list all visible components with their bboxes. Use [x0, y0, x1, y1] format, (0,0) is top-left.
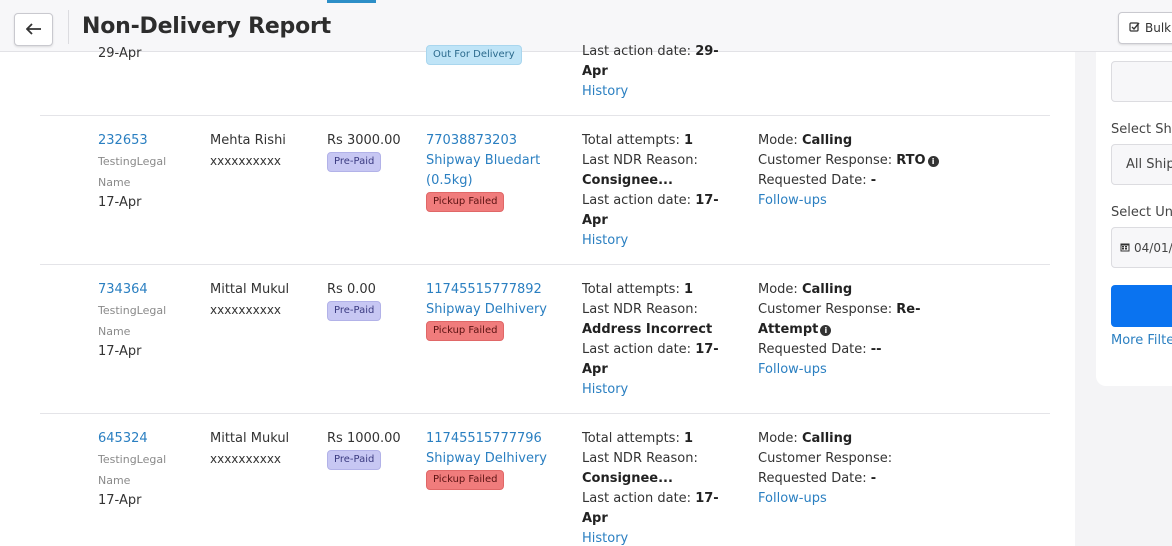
order-id-link[interactable]: 734364 [98, 280, 148, 300]
courier-name[interactable]: Shipway Delhivery [426, 300, 547, 320]
order-date: 17-Apr [98, 195, 142, 210]
status-badge: Pickup Failed [426, 470, 505, 490]
company-name: TestingLegal [98, 304, 167, 317]
requested-date: Requested Date: - [758, 471, 877, 486]
history-link[interactable]: History [582, 380, 628, 400]
filter-input[interactable] [1111, 61, 1172, 102]
mode: Mode: Calling [758, 431, 853, 446]
customer-response: Customer Response: RTO i [758, 151, 939, 171]
courier-weight[interactable]: (0.5kg) [426, 171, 473, 191]
payment-badge: Pre-Paid [327, 450, 382, 470]
table-row: 734364 TestingLegal Name 17-Apr Mittal M… [40, 265, 1050, 414]
customer-name: Mittal Mukul [210, 431, 290, 446]
company-name-cont: Name [98, 474, 131, 487]
last-action-cont: Apr [582, 213, 608, 228]
ndr-reason-label: Last NDR Reason: [582, 153, 698, 168]
customer-phone: xxxxxxxxxx [210, 452, 282, 466]
ndr-page: Non-Delivery Report Bulk 29-Apr Out For … [0, 0, 1172, 546]
history-link[interactable]: History [582, 82, 628, 102]
company-name: TestingLegal [98, 155, 167, 168]
last-action: Last action date: 29- [582, 44, 719, 59]
courier-name[interactable]: Shipway Bluedart [426, 151, 540, 171]
checkbox-edit-icon [1129, 21, 1141, 36]
ndr-reason: Address Incorrect [582, 322, 713, 337]
total-attempts: Total attempts: 1 [582, 133, 694, 148]
awb-link[interactable]: 11745515777796 [426, 429, 542, 449]
customer-response: Customer Response: [758, 451, 893, 466]
customer-name: Mehta Rishi [210, 133, 286, 148]
more-filters-link[interactable]: More Filte [1111, 333, 1172, 348]
ndr-list: 29-Apr Out For Delivery Last action date… [0, 44, 1075, 546]
table-row: 232653 TestingLegal Name 17-Apr Mehta Ri… [40, 116, 1050, 265]
ndr-reason: Consignee... [582, 173, 673, 188]
order-date: 17-Apr [98, 493, 142, 508]
bulk-label: Bulk [1145, 21, 1172, 35]
ndr-reason-label: Last NDR Reason: [582, 451, 698, 466]
date-filter-label: Select Und [1111, 205, 1172, 220]
ndr-reason-label: Last NDR Reason: [582, 302, 698, 317]
awb-link[interactable]: 77038873203 [426, 131, 517, 151]
history-link[interactable]: History [582, 231, 628, 251]
total-attempts: Total attempts: 1 [582, 431, 694, 446]
status-badge: Pickup Failed [426, 321, 505, 341]
followups-link[interactable]: Follow-ups [758, 489, 827, 509]
last-action-cont: Apr [582, 362, 608, 377]
order-date: 17-Apr [98, 344, 142, 359]
date-range-input[interactable]: 04/01/ [1111, 227, 1172, 268]
apply-filter-button[interactable] [1111, 285, 1172, 327]
ndr-reason: Consignee... [582, 471, 673, 486]
followups-link[interactable]: Follow-ups [758, 360, 827, 380]
status-badge: Pickup Failed [426, 192, 505, 212]
calendar-icon [1120, 241, 1130, 255]
mode: Mode: Calling [758, 133, 853, 148]
bulk-button[interactable]: Bulk [1118, 12, 1172, 44]
company-name-cont: Name [98, 325, 131, 338]
table-row: 645324 TestingLegal Name 17-Apr Mittal M… [40, 414, 1050, 546]
order-date: 29-Apr [98, 46, 142, 61]
requested-date: Requested Date: -- [758, 342, 882, 357]
order-id-link[interactable]: 645324 [98, 429, 148, 449]
order-amount: Rs 0.00 [327, 282, 376, 297]
awb-link[interactable]: 11745515777892 [426, 280, 542, 300]
mode: Mode: Calling [758, 282, 853, 297]
order-amount: Rs 3000.00 [327, 133, 401, 148]
info-icon[interactable]: i [820, 325, 832, 336]
history-link[interactable]: History [582, 529, 628, 546]
payment-badge: Pre-Paid [327, 301, 382, 321]
last-action: Last action date: 17- [582, 342, 719, 357]
payment-badge: Pre-Paid [327, 152, 382, 172]
company-name: TestingLegal [98, 453, 167, 466]
order-amount: Rs 1000.00 [327, 431, 401, 446]
table-row: 29-Apr Out For Delivery Last action date… [40, 0, 1050, 116]
company-name-cont: Name [98, 176, 131, 189]
shipping-select[interactable]: All Ship [1111, 144, 1172, 185]
status-badge: Out For Delivery [426, 45, 522, 65]
order-id-link[interactable]: 232653 [98, 131, 148, 151]
filter-panel: Select Shi All Ship Select Und 04/01/ Mo… [1096, 52, 1172, 386]
shipping-filter-label: Select Shi [1111, 122, 1172, 137]
courier-name[interactable]: Shipway Delhivery [426, 449, 547, 469]
info-icon[interactable]: i [927, 156, 939, 167]
followups-link[interactable]: Follow-ups [758, 191, 827, 211]
last-action: Last action date: 17- [582, 193, 719, 208]
customer-phone: xxxxxxxxxx [210, 154, 282, 168]
last-action-cont: Apr [582, 511, 608, 526]
customer-phone: xxxxxxxxxx [210, 303, 282, 317]
customer-name: Mittal Mukul [210, 282, 290, 297]
last-action: Last action date: 17- [582, 491, 719, 506]
customer-response-cont: Attempt i [758, 320, 832, 340]
last-action-cont: Apr [582, 64, 608, 79]
total-attempts: Total attempts: 1 [582, 282, 694, 297]
requested-date: Requested Date: - [758, 173, 877, 188]
customer-response: Customer Response: Re- [758, 302, 921, 317]
